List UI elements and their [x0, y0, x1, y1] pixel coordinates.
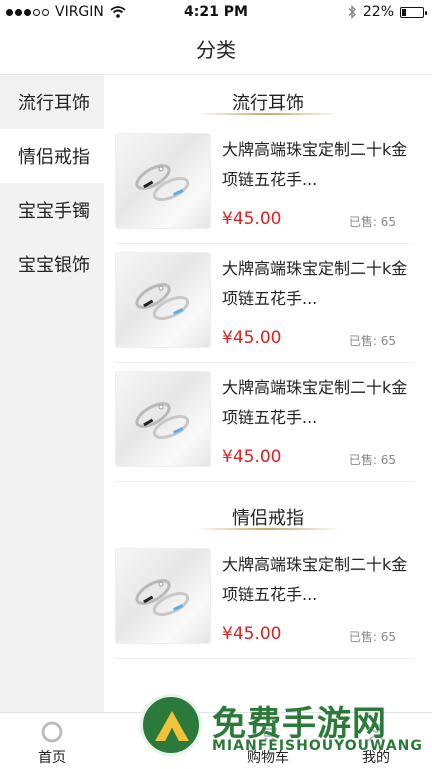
- status-bar: VIRGIN 4:21 PM 22%: [0, 0, 432, 24]
- ring-pair-icon: [135, 579, 190, 617]
- product-price: ¥45.00: [222, 624, 282, 644]
- product-price: ¥45.00: [222, 209, 282, 229]
- product-image[interactable]: [115, 252, 211, 348]
- product-sold-count: 已售: 65: [348, 453, 396, 467]
- bluetooth-icon: [348, 5, 356, 19]
- product-list: 流行耳饰 大牌高端珠宝定制二十k金项链五花手... ¥45.00 已售: 65: [104, 75, 432, 712]
- sidebar-item-earrings[interactable]: 流行耳饰: [0, 75, 104, 129]
- ornament-divider-icon: [196, 113, 340, 115]
- product-image[interactable]: [115, 133, 211, 229]
- product-image[interactable]: [115, 548, 211, 644]
- battery-icon: [400, 6, 427, 18]
- page-title: 分类: [196, 38, 236, 62]
- sidebar-item-baby-silver[interactable]: 宝宝银饰: [0, 237, 104, 291]
- tab-label: 购物车: [247, 750, 289, 766]
- product-name: 大牌高端珠宝定制二十k金项链五花手...: [222, 259, 408, 308]
- product-sold-count: 已售: 65: [348, 630, 396, 644]
- sidebar-item-label: 流行耳饰: [18, 93, 90, 114]
- product-name: 大牌高端珠宝定制二十k金项链五花手...: [222, 378, 408, 427]
- tab-label: 首页: [38, 750, 66, 766]
- product-card[interactable]: 大牌高端珠宝定制二十k金项链五花手... ¥45.00 已售: 65: [104, 540, 432, 659]
- product-card[interactable]: 大牌高端珠宝定制二十k金项链五花手... ¥45.00 已售: 65: [104, 125, 432, 244]
- tab-bar: 首页 购物车 我的: [0, 712, 432, 769]
- ring-pair-icon: [135, 402, 190, 440]
- divider: [115, 658, 414, 659]
- status-right: 22%: [347, 4, 427, 20]
- battery-level: [402, 8, 406, 16]
- sidebar-item-label: 情侣戒指: [18, 147, 90, 168]
- user-icon: [367, 723, 385, 742]
- ornament-divider-icon: [196, 528, 340, 530]
- tab-mine[interactable]: 我的: [336, 721, 416, 767]
- product-name: 大牌高端珠宝定制二十k金项链五花手...: [222, 555, 408, 604]
- nav-header: 分类: [0, 24, 432, 75]
- tab-home[interactable]: 首页: [12, 721, 92, 767]
- cart-icon: [260, 725, 278, 741]
- section-header: 流行耳饰: [104, 75, 432, 125]
- battery-percent: 22%: [362, 4, 394, 20]
- ring-pair-icon: [135, 283, 190, 321]
- sidebar-item-couple-rings[interactable]: 情侣戒指: [0, 129, 104, 183]
- ring-pair-icon: [135, 164, 190, 202]
- section-title: 流行耳饰: [232, 93, 304, 114]
- product-image[interactable]: [115, 371, 211, 467]
- home-icon: [41, 721, 63, 743]
- sidebar-item-baby-bracelets[interactable]: 宝宝手镯: [0, 183, 104, 237]
- sidebar-item-label: 宝宝银饰: [18, 255, 90, 276]
- tab-label: 我的: [362, 750, 390, 766]
- tab-cart[interactable]: 购物车: [228, 721, 308, 767]
- product-sold-count: 已售: 65: [348, 215, 396, 229]
- product-price: ¥45.00: [222, 447, 282, 467]
- sidebar-item-label: 宝宝手镯: [18, 201, 90, 222]
- category-sidebar: 流行耳饰 情侣戒指 宝宝手镯 宝宝银饰: [0, 75, 104, 712]
- section-title: 情侣戒指: [232, 508, 304, 529]
- product-sold-count: 已售: 65: [348, 334, 396, 348]
- product-card[interactable]: 大牌高端珠宝定制二十k金项链五花手... ¥45.00 已售: 65: [104, 363, 432, 482]
- product-name: 大牌高端珠宝定制二十k金项链五花手...: [222, 140, 408, 189]
- product-price: ¥45.00: [222, 328, 282, 348]
- section-header: 情侣戒指: [104, 482, 432, 540]
- product-card[interactable]: 大牌高端珠宝定制二十k金项链五花手... ¥45.00 已售: 65: [104, 244, 432, 363]
